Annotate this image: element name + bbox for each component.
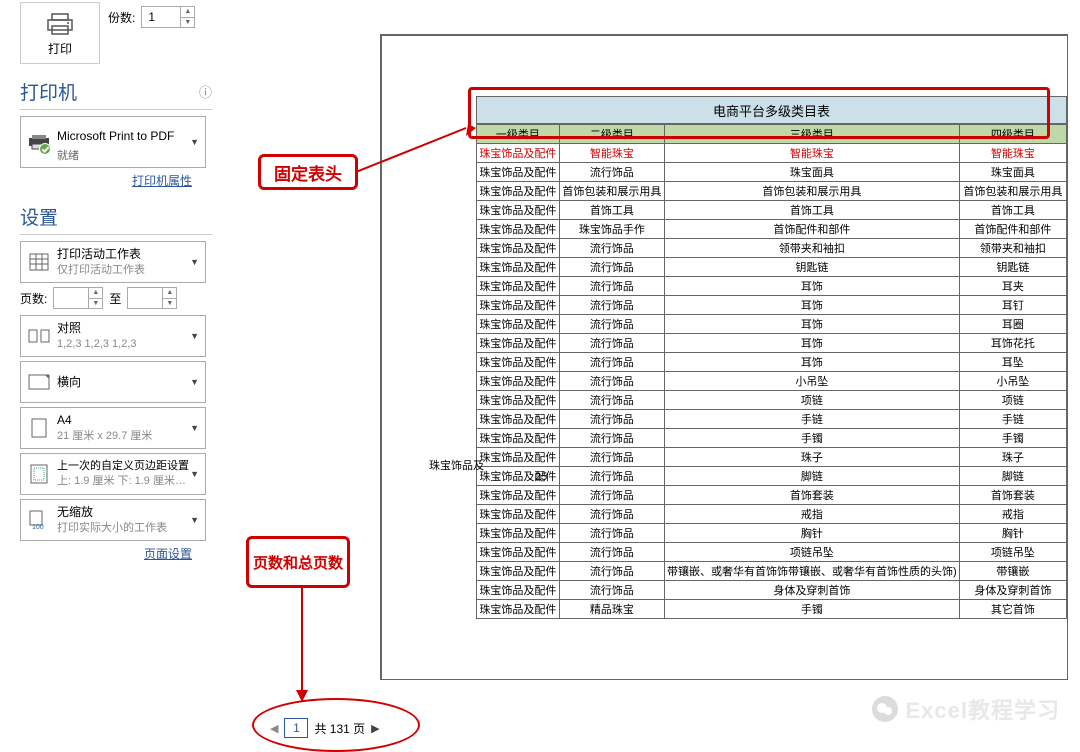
chevron-down-icon: ▼ <box>190 423 199 433</box>
spin-up-icon[interactable]: ▲ <box>181 7 194 18</box>
table-row: 珠宝饰品及配件流行饰品耳饰耳圈 <box>477 315 1067 334</box>
table-row: 珠宝饰品及配件流行饰品耳饰耳夹 <box>477 277 1067 296</box>
print-label: 打印 <box>48 40 72 57</box>
table-row: 珠宝饰品及配件珠宝饰品手作首饰配件和部件首饰配件和部件 <box>477 220 1067 239</box>
preview-table: 一级类目二级类目三级类目四级类目 珠宝饰品及配件智能珠宝智能珠宝智能珠宝珠宝饰品… <box>476 124 1067 619</box>
printer-select[interactable]: Microsoft Print to PDF 就绪 ▼ <box>20 116 206 168</box>
table-row: 珠宝饰品及配件流行饰品手镯手镯 <box>477 429 1067 448</box>
to-label: 至 <box>109 290 121 307</box>
spin-down-icon[interactable]: ▼ <box>181 18 194 28</box>
copies-input[interactable] <box>142 7 180 27</box>
scaling-select[interactable]: 100 无缩放打印实际大小的工作表 ▼ <box>20 499 206 541</box>
chevron-down-icon: ▼ <box>190 515 199 525</box>
next-page-icon[interactable]: ▶ <box>371 722 379 735</box>
collate-icon <box>27 324 51 348</box>
paper-size-select[interactable]: A421 厘米 x 29.7 厘米 ▼ <box>20 407 206 449</box>
collate-select[interactable]: 对照1,2,3 1,2,3 1,2,3 ▼ <box>20 315 206 357</box>
page-to-input[interactable]: ▲▼ <box>127 287 177 309</box>
chevron-down-icon: ▼ <box>190 469 199 479</box>
scaling-icon: 100 <box>27 508 51 532</box>
chevron-down-icon: ▼ <box>190 137 199 147</box>
table-row: 珠宝饰品及配件流行饰品戒指戒指 <box>477 505 1067 524</box>
sheets-icon <box>27 250 51 274</box>
table-row: 珠宝饰品及配件精品珠宝手镯其它首饰 <box>477 600 1067 619</box>
table-row: 珠宝饰品及配件首饰工具首饰工具首饰工具 <box>477 201 1067 220</box>
orientation-select[interactable]: 横向 ▼ <box>20 361 206 403</box>
print-button[interactable]: 打印 <box>20 2 100 64</box>
watermark: Excel教程学习 <box>872 693 1061 725</box>
copies-spinner[interactable]: ▲▼ <box>141 6 195 28</box>
table-row: 珠宝饰品及配件流行饰品首饰套装首饰套装 <box>477 486 1067 505</box>
pages-label: 页数: <box>20 290 47 307</box>
table-row: 珠宝饰品及配件流行饰品耳饰耳坠 <box>477 353 1067 372</box>
printer-properties-link[interactable]: 打印机属性 <box>20 172 192 189</box>
total-pages-label: 共 131 页 <box>314 720 365 737</box>
page-setup-link[interactable]: 页面设置 <box>20 545 192 562</box>
printer-icon <box>44 10 76 38</box>
page-from-input[interactable]: ▲▼ <box>53 287 103 309</box>
prev-page-icon[interactable]: ◀ <box>270 722 278 735</box>
footer-label: 珠宝饰品及 <box>429 457 484 473</box>
table-row: 珠宝饰品及配件智能珠宝智能珠宝智能珠宝 <box>477 144 1067 163</box>
chevron-down-icon: ▼ <box>190 331 199 341</box>
callout-fixed-header: 固定表头 <box>258 154 358 190</box>
table-row: 珠宝饰品及配件流行饰品钥匙链钥匙链 <box>477 258 1067 277</box>
table-row: 珠宝饰品及配件流行饰品耳饰耳钉 <box>477 296 1067 315</box>
page-navigator[interactable]: ◀ 共 131 页 ▶ <box>270 718 380 738</box>
ready-check-icon <box>39 143 51 155</box>
copies-label: 份数: <box>108 9 135 26</box>
svg-text:100: 100 <box>32 524 44 530</box>
table-row: 珠宝饰品及配件流行饰品珠宝面具珠宝面具 <box>477 163 1067 182</box>
chevron-down-icon: ▼ <box>190 377 199 387</box>
table-row: 珠宝饰品及配件流行饰品手链手链 <box>477 410 1067 429</box>
margins-select[interactable]: 上一次的自定义页边距设置上: 1.9 厘米 下: 1.9 厘米… ▼ <box>20 453 206 495</box>
printer-section-title: 打印机 <box>20 78 77 105</box>
table-row: 珠宝饰品及配件流行饰品领带夹和袖扣领带夹和袖扣 <box>477 239 1067 258</box>
wechat-icon <box>872 696 898 722</box>
settings-section-title: 设置 <box>20 203 212 230</box>
paper-icon <box>27 416 51 440</box>
table-row: 珠宝饰品及配件流行饰品胸针胸针 <box>477 524 1067 543</box>
printer-name: Microsoft Print to PDF <box>57 128 174 145</box>
info-icon[interactable]: ⓘ <box>199 82 212 101</box>
callout-header-box <box>468 87 1050 139</box>
callout-page-count: 页数和总页数 <box>246 536 350 588</box>
table-row: 珠宝饰品及配件流行饰品带镶嵌、或奢华有首饰饰带镶嵌、或奢华有首饰性质的头饰)带镶… <box>477 562 1067 581</box>
landscape-icon <box>27 370 51 394</box>
margins-icon <box>27 462 51 486</box>
table-row: 珠宝饰品及配件流行饰品珠子珠子 <box>477 448 1067 467</box>
table-row: 珠宝饰品及配件流行饰品耳饰耳饰花托 <box>477 334 1067 353</box>
table-row: 珠宝饰品及配件流行饰品项链项链 <box>477 391 1067 410</box>
table-row: 珠宝饰品及配件首饰包装和展示用具首饰包装和展示用具首饰包装和展示用具 <box>477 182 1067 201</box>
chevron-down-icon: ▼ <box>190 257 199 267</box>
current-page-input[interactable] <box>284 718 308 738</box>
table-row: 珠宝饰品及配件流行饰品身体及穿刺首饰身体及穿刺首饰 <box>477 581 1067 600</box>
print-sheets-select[interactable]: 打印活动工作表仅打印活动工作表 ▼ <box>20 241 206 283</box>
table-row: 珠宝饰品及配件流行饰品脚链脚链 <box>477 467 1067 486</box>
footer-count: 25 <box>535 471 547 483</box>
table-row: 珠宝饰品及配件流行饰品项链吊坠项链吊坠 <box>477 543 1067 562</box>
printer-status: 就绪 <box>57 147 79 163</box>
table-row: 珠宝饰品及配件流行饰品小吊坠小吊坠 <box>477 372 1067 391</box>
